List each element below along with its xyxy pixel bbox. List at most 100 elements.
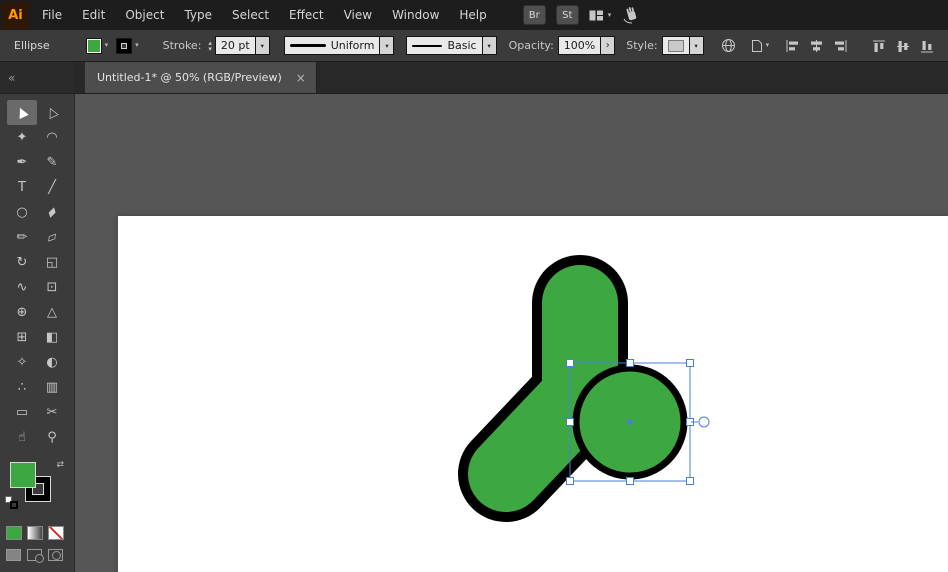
tool-perspective-grid[interactable]: △ bbox=[37, 300, 67, 325]
stock-button[interactable]: St bbox=[555, 5, 579, 25]
width-profile-value: Uniform bbox=[330, 39, 375, 52]
tool-slice[interactable]: ✂ bbox=[37, 400, 67, 425]
color-type-buttons bbox=[6, 526, 64, 540]
handle-bottom-right[interactable] bbox=[686, 477, 694, 485]
tool-hand[interactable]: ☝ bbox=[7, 425, 37, 450]
chevron-down-icon[interactable]: ▾ bbox=[255, 36, 270, 55]
eraser-icon: ▱ bbox=[44, 228, 60, 247]
brush-combo[interactable]: Basic ▾ bbox=[406, 36, 497, 55]
stroke-swatch[interactable] bbox=[116, 37, 133, 54]
document-setup-globe-icon[interactable] bbox=[721, 38, 736, 53]
swap-fill-stroke-icon[interactable]: ⇄ bbox=[56, 460, 64, 470]
tool-shape-builder[interactable]: ⊕ bbox=[7, 300, 37, 325]
workspace-switcher[interactable]: ▾ bbox=[589, 10, 611, 21]
chevron-down-icon[interactable]: ▾ bbox=[482, 36, 497, 55]
gradient-button[interactable] bbox=[27, 526, 43, 540]
stroke-width-stepper[interactable]: ▴ ▾ bbox=[208, 39, 212, 52]
handle-bottom-left[interactable] bbox=[566, 477, 574, 485]
tool-lasso[interactable]: ◠ bbox=[37, 125, 67, 150]
artboard[interactable] bbox=[118, 216, 948, 572]
tool-free-transform[interactable]: ⊡ bbox=[37, 275, 67, 300]
tool-direct-selection[interactable]: ▷ bbox=[37, 100, 67, 125]
align-horizontal-center-button[interactable] bbox=[808, 38, 825, 54]
width-profile-combo[interactable]: Uniform ▾ bbox=[283, 36, 395, 55]
draw-inside-icon[interactable] bbox=[48, 549, 63, 561]
tool-paintbrush[interactable]: ▰ bbox=[37, 200, 67, 225]
color-button[interactable] bbox=[6, 526, 22, 540]
align-vertical-top-button[interactable] bbox=[871, 38, 888, 54]
brush-stroke-preview bbox=[412, 44, 443, 47]
shape-builder-icon: ⊕ bbox=[16, 305, 28, 320]
draw-normal-icon[interactable] bbox=[6, 549, 21, 561]
brush-value: Basic bbox=[447, 39, 477, 52]
document-tab[interactable]: Untitled-1* @ 50% (RGB/Preview) × bbox=[85, 62, 317, 93]
menu-select[interactable]: Select bbox=[222, 0, 279, 30]
tool-eraser[interactable]: ▱ bbox=[37, 225, 67, 250]
pie-widget-icon[interactable] bbox=[698, 416, 710, 428]
tool-pencil[interactable]: ✏ bbox=[7, 225, 37, 250]
menu-effect[interactable]: Effect bbox=[279, 0, 334, 30]
align-vertical-bottom-button[interactable] bbox=[919, 38, 936, 54]
align-vertical-center-button[interactable] bbox=[895, 38, 912, 54]
menu-type[interactable]: Type bbox=[174, 0, 222, 30]
none-button[interactable] bbox=[48, 526, 64, 540]
fill-proxy-swatch[interactable] bbox=[10, 462, 36, 488]
line-segment-icon: ╱ bbox=[48, 180, 56, 195]
menu-view[interactable]: View bbox=[334, 0, 382, 30]
collapse-panel-button[interactable]: « bbox=[0, 62, 74, 94]
handle-middle-left[interactable] bbox=[566, 418, 574, 426]
tool-zoom[interactable]: ⚲ bbox=[37, 425, 67, 450]
tool-curvature[interactable]: ✎ bbox=[37, 150, 67, 175]
handle-bottom-center[interactable] bbox=[626, 477, 634, 485]
close-tab-icon[interactable]: × bbox=[296, 71, 306, 85]
align-horizontal-left-button[interactable] bbox=[784, 38, 801, 54]
tool-selection[interactable]: ▶ bbox=[7, 100, 37, 125]
menu-object[interactable]: Object bbox=[115, 0, 174, 30]
default-fill-stroke-icon[interactable] bbox=[5, 496, 18, 509]
tool-blend[interactable]: ◐ bbox=[37, 350, 67, 375]
boomerang-shape[interactable] bbox=[458, 255, 628, 522]
menu-window[interactable]: Window bbox=[382, 0, 449, 30]
menu-bar: Ai File Edit Object Type Select Effect View Win… bbox=[0, 0, 948, 30]
chevron-down-icon[interactable]: ▾ bbox=[380, 36, 395, 55]
tool-scale[interactable]: ◱ bbox=[37, 250, 67, 275]
menu-edit[interactable]: Edit bbox=[72, 0, 115, 30]
bridge-button[interactable]: Br bbox=[522, 5, 546, 25]
style-label: Style: bbox=[626, 39, 658, 52]
touch-workspace-icon[interactable] bbox=[621, 6, 641, 24]
chevron-down-icon[interactable]: ▾ bbox=[689, 36, 704, 55]
canvas-pasteboard[interactable] bbox=[75, 94, 948, 572]
tool-magic-wand[interactable]: ✦ bbox=[7, 125, 37, 150]
stroke-color-control[interactable]: ▾ bbox=[116, 37, 139, 54]
tool-column-graph[interactable]: ▥ bbox=[37, 375, 67, 400]
illustrator-window: Ai File Edit Object Type Select Effect View Win… bbox=[0, 0, 948, 572]
recolor-artwork-control[interactable]: ▾ bbox=[751, 39, 769, 53]
tool-width[interactable]: ∿ bbox=[7, 275, 37, 300]
tool-line-segment[interactable]: ╱ bbox=[37, 175, 67, 200]
tool-rotate[interactable]: ↻ bbox=[7, 250, 37, 275]
fill-color-control[interactable]: ▾ bbox=[85, 37, 108, 54]
draw-behind-icon[interactable] bbox=[27, 549, 44, 563]
tool-type[interactable]: T bbox=[7, 175, 37, 200]
zoom-icon: ⚲ bbox=[47, 430, 57, 445]
menu-file[interactable]: File bbox=[32, 0, 72, 30]
handle-top-center[interactable] bbox=[626, 359, 634, 367]
stepper-down-icon[interactable]: ▾ bbox=[208, 45, 212, 52]
opacity-value[interactable]: 100% bbox=[557, 36, 602, 55]
handle-top-right[interactable] bbox=[686, 359, 694, 367]
opacity-flyout-icon[interactable]: › bbox=[601, 36, 616, 55]
tool-mesh[interactable]: ⊞ bbox=[7, 325, 37, 350]
tool-artboard[interactable]: ▭ bbox=[7, 400, 37, 425]
tool-ellipse[interactable]: ○ bbox=[7, 200, 37, 225]
tool-symbol-sprayer[interactable]: ∴ bbox=[7, 375, 37, 400]
align-horizontal-right-button[interactable] bbox=[832, 38, 849, 54]
handle-top-left[interactable] bbox=[566, 359, 574, 367]
tool-gradient[interactable]: ◧ bbox=[37, 325, 67, 350]
style-combo[interactable]: ▾ bbox=[661, 36, 704, 55]
fill-swatch[interactable] bbox=[85, 37, 102, 54]
fill-stroke-proxy: ⇄ bbox=[0, 460, 75, 514]
tool-pen[interactable]: ✒ bbox=[7, 150, 37, 175]
stroke-width-value[interactable]: 20 pt bbox=[214, 36, 256, 55]
menu-help[interactable]: Help bbox=[449, 0, 496, 30]
tool-eyedropper[interactable]: ✧ bbox=[7, 350, 37, 375]
